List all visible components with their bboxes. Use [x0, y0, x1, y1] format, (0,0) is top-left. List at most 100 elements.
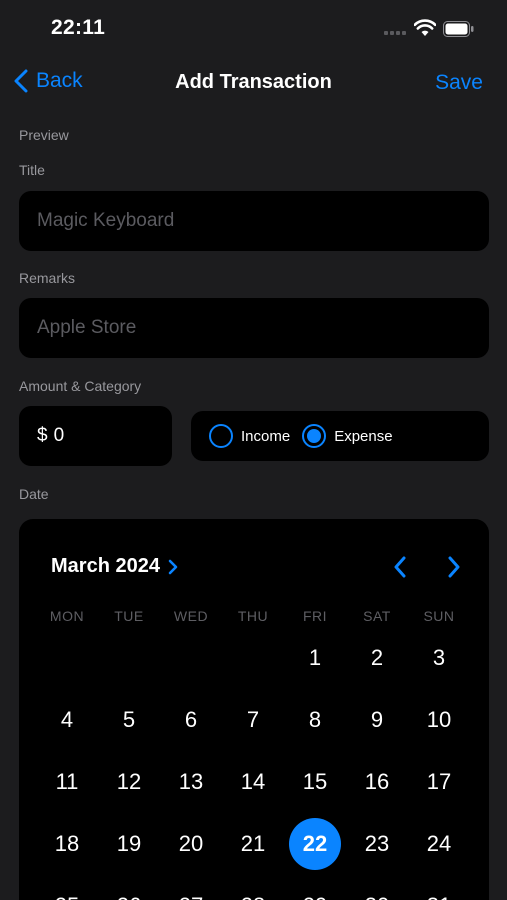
calendar-day-empty — [36, 627, 98, 689]
calendar-day-number: 29 — [289, 880, 341, 900]
status-bar: 22:11 — [0, 0, 507, 58]
cellular-signal-icon — [384, 31, 408, 36]
calendar-day-number: 15 — [302, 769, 328, 794]
add-transaction-screen: 22:11 Back Add Transaction Save Preview … — [0, 0, 507, 900]
expense-label: Expense — [334, 427, 393, 445]
calendar-day-empty — [98, 627, 160, 689]
calendar-day-selected[interactable]: 22 — [284, 813, 346, 875]
calendar-day[interactable]: 16 — [346, 751, 408, 813]
calendar-day[interactable]: 23 — [346, 813, 408, 875]
calendar-day[interactable]: 14 — [222, 751, 284, 813]
weekday-label: THU — [237, 608, 269, 624]
calendar-day-number — [103, 632, 155, 684]
calendar-day[interactable]: 24 — [408, 813, 470, 875]
chevron-right-icon — [168, 559, 178, 574]
calendar-day[interactable]: 9 — [346, 689, 408, 751]
battery-icon — [443, 21, 474, 37]
calendar-day[interactable]: 20 — [160, 813, 222, 875]
calendar-day-number: 3 — [432, 645, 446, 670]
previous-month-button[interactable] — [393, 556, 407, 578]
calendar-day-number: 27 — [165, 880, 217, 900]
wifi-icon — [414, 19, 436, 36]
calendar-day-number: 2 — [370, 645, 384, 670]
calendar-day[interactable]: 19 — [98, 813, 160, 875]
calendar-day-empty — [160, 627, 222, 689]
calendar-day[interactable]: 30 — [346, 875, 408, 900]
calendar-day[interactable]: 27 — [160, 875, 222, 900]
calendar-day[interactable]: 10 — [408, 689, 470, 751]
weekday-label: WED — [173, 608, 209, 624]
save-button[interactable]: Save — [435, 71, 483, 95]
currency-symbol: $ — [37, 425, 48, 446]
calendar-day[interactable]: 26 — [98, 875, 160, 900]
weekday-label: MON — [49, 608, 85, 624]
calendar-day-number — [165, 632, 217, 684]
calendar-day-number — [227, 632, 279, 684]
remarks-field[interactable] — [37, 317, 471, 339]
calendar-day-number: 4 — [60, 707, 74, 732]
calendar-day[interactable]: 13 — [160, 751, 222, 813]
income-radio[interactable] — [209, 424, 233, 448]
calendar-day-number: 26 — [103, 880, 155, 900]
calendar-day-number: 14 — [240, 769, 266, 794]
amount-field[interactable]: $ 0 — [19, 406, 172, 466]
calendar-day-number: 7 — [246, 707, 260, 732]
calendar-day[interactable]: 7 — [222, 689, 284, 751]
date-picker-calendar: March 2024 MON TUE WED THU FRI SAT SUN 1234567… — [19, 519, 489, 900]
calendar-day-number: 1 — [308, 645, 322, 670]
calendar-day[interactable]: 1 — [284, 627, 346, 689]
calendar-day[interactable]: 11 — [36, 751, 98, 813]
calendar-day[interactable]: 28 — [222, 875, 284, 900]
calendar-day-number: 31 — [413, 880, 465, 900]
calendar-day[interactable]: 3 — [408, 627, 470, 689]
remarks-section-label: Remarks — [19, 270, 76, 286]
weekday-header-row: MON TUE WED THU FRI SAT SUN — [36, 608, 470, 624]
calendar-day-empty — [222, 627, 284, 689]
next-month-button[interactable] — [447, 556, 461, 578]
calendar-day-number: 24 — [426, 831, 452, 856]
calendar-day[interactable]: 5 — [98, 689, 160, 751]
status-time: 22:11 — [51, 16, 106, 39]
income-label: Income — [241, 427, 291, 445]
month-year-selector[interactable]: March 2024 — [51, 555, 178, 578]
title-field-container — [19, 191, 489, 251]
amount-value: 0 — [53, 425, 65, 446]
calendar-day-number: 6 — [184, 707, 198, 732]
calendar-day-number: 25 — [41, 880, 93, 900]
calendar-day-number: 23 — [364, 831, 390, 856]
calendar-day[interactable]: 25 — [36, 875, 98, 900]
calendar-day-number: 12 — [116, 769, 142, 794]
month-year-label: March 2024 — [51, 555, 160, 577]
calendar-day[interactable]: 4 — [36, 689, 98, 751]
title-field[interactable] — [37, 210, 471, 232]
calendar-day[interactable]: 21 — [222, 813, 284, 875]
calendar-day-number: 21 — [240, 831, 266, 856]
calendar-day-number: 5 — [122, 707, 136, 732]
calendar-day[interactable]: 6 — [160, 689, 222, 751]
calendar-day[interactable]: 2 — [346, 627, 408, 689]
calendar-day[interactable]: 8 — [284, 689, 346, 751]
expense-option[interactable]: Expense — [302, 424, 393, 448]
calendar-day-number: 17 — [426, 769, 452, 794]
calendar-day-number: 22 — [289, 818, 341, 870]
calendar-day-grid: 1234567891011121314151617181920212223242… — [36, 627, 470, 900]
calendar-day[interactable]: 15 — [284, 751, 346, 813]
preview-section-label: Preview — [19, 127, 69, 143]
title-section-label: Title — [19, 162, 45, 178]
calendar-day-number: 18 — [54, 831, 80, 856]
weekday-label: SUN — [423, 608, 455, 624]
amount-category-section-label: Amount & Category — [19, 378, 142, 394]
income-option[interactable]: Income — [209, 424, 290, 448]
remarks-field-container — [19, 298, 489, 358]
calendar-day-number: 19 — [116, 831, 142, 856]
navigation-bar: Back Add Transaction Save — [0, 58, 507, 110]
calendar-day[interactable]: 29 — [284, 875, 346, 900]
category-picker: Income Expense — [191, 411, 489, 461]
expense-radio[interactable] — [302, 424, 327, 448]
calendar-day-number: 20 — [178, 831, 204, 856]
calendar-day[interactable]: 31 — [408, 875, 470, 900]
calendar-day[interactable]: 12 — [98, 751, 160, 813]
calendar-day[interactable]: 18 — [36, 813, 98, 875]
calendar-day-number: 11 — [55, 769, 79, 794]
calendar-day[interactable]: 17 — [408, 751, 470, 813]
